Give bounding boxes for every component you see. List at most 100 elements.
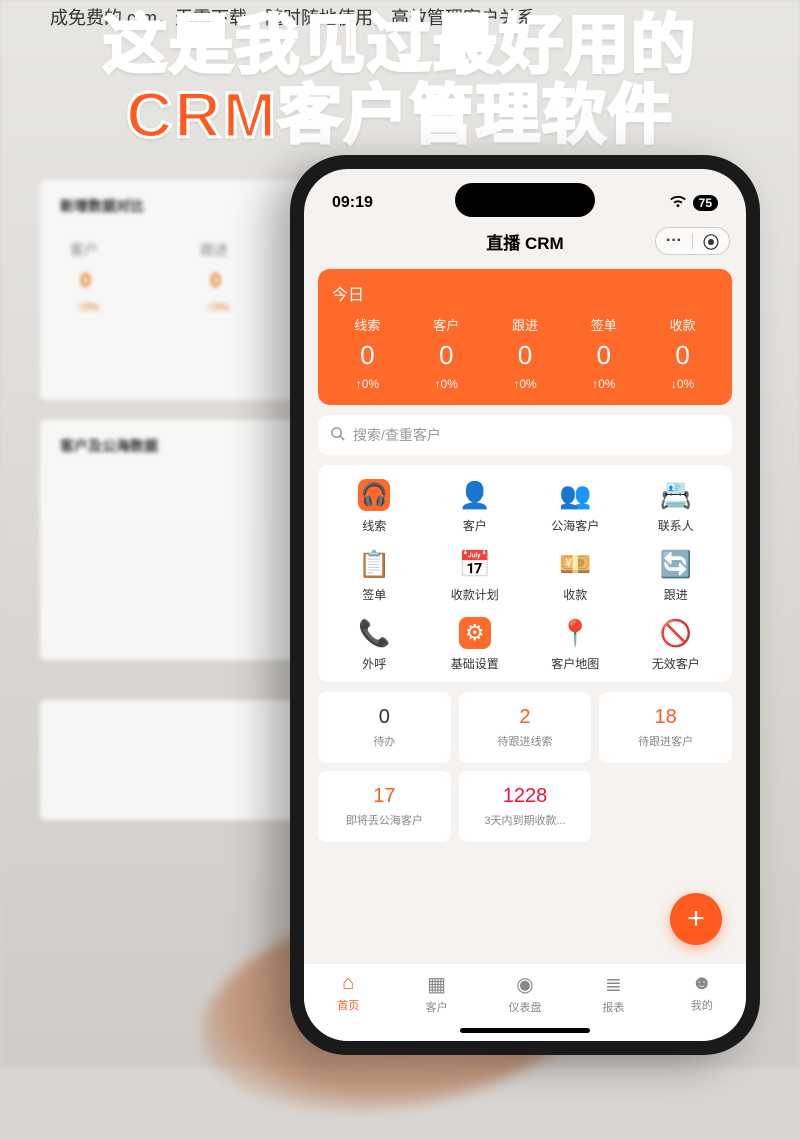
stat-card-1[interactable]: 2 待跟进线索 <box>459 692 592 763</box>
tab-label: 首页 <box>337 1000 359 1012</box>
feature-联系人[interactable]: 📇 联系人 <box>626 479 727 534</box>
feature-label: 跟进 <box>626 586 727 603</box>
stat-number: 18 <box>605 706 726 729</box>
search-input[interactable]: 搜索/查重客户 <box>318 415 732 455</box>
today-col-0[interactable]: 线索 0 ↑0% <box>328 315 407 391</box>
feature-icon: 👤 <box>459 479 491 511</box>
more-icon[interactable]: ··· <box>656 232 692 250</box>
feature-收款计划[interactable]: 📅 收款计划 <box>425 548 526 603</box>
tab-我的[interactable]: ☻ 我的 <box>658 972 746 1041</box>
feature-外呼[interactable]: 📞 外呼 <box>324 617 425 672</box>
tab-icon: ▦ <box>392 972 480 997</box>
stat-label: 待跟进客户 <box>605 733 726 749</box>
stat-number: 2 <box>465 706 586 729</box>
app-header: 直播 CRM ··· ⦿ <box>304 219 746 263</box>
feature-客户地图[interactable]: 📍 客户地图 <box>525 617 626 672</box>
today-col-2[interactable]: 跟进0↑0% <box>486 315 565 391</box>
today-col-3[interactable]: 签单 0 ↑0% <box>564 315 643 391</box>
status-time: 09:19 <box>332 194 373 212</box>
feature-label: 客户 <box>425 517 526 534</box>
today-col-4[interactable]: 收款 0 ↓0% <box>643 315 722 391</box>
stat-card-3[interactable]: 17 即将丢公海客户 <box>318 771 451 842</box>
feature-无效客户[interactable]: 🚫 无效客户 <box>626 617 727 672</box>
wifi-icon <box>669 195 687 212</box>
stat-label: 即将丢公海客户 <box>324 812 445 828</box>
bg-section-2: 客户及公海数据 <box>60 436 158 456</box>
feature-icon: ⚙ <box>459 617 491 649</box>
tab-icon: ≣ <box>569 972 657 997</box>
today-col-delta: ↑0% <box>407 377 486 391</box>
today-col-delta: ↑0% <box>328 377 407 391</box>
today-col-delta: ↑0% <box>564 377 643 391</box>
tab-icon: ◉ <box>481 972 569 997</box>
feature-label: 公海客户 <box>525 517 626 534</box>
dynamic-island <box>455 183 595 217</box>
feature-收款[interactable]: 💴 收款 <box>525 548 626 603</box>
feature-icon: 📍 <box>559 617 591 649</box>
tab-label: 仪表盘 <box>509 1002 542 1014</box>
stat-label: 待跟进线索 <box>465 733 586 749</box>
feature-icon: 📞 <box>358 617 390 649</box>
today-col-label: 跟进 <box>486 315 565 334</box>
feature-基础设置[interactable]: ⚙ 基础设置 <box>425 617 526 672</box>
today-col-value: 0 <box>564 340 643 371</box>
today-title: 今日 <box>328 281 722 305</box>
feature-label: 无效客户 <box>626 655 727 672</box>
stat-card-2[interactable]: 18 待跟进客户 <box>599 692 732 763</box>
miniprogram-capsule[interactable]: ··· ⦿ <box>655 227 730 255</box>
today-col-value: 0 <box>407 340 486 371</box>
feature-label: 签单 <box>324 586 425 603</box>
today-summary-card[interactable]: 今日 线索0↑0%客户0↑0%跟进0↑0%签单0↑0%收款0↓0% <box>318 269 732 405</box>
feature-label: 客户地图 <box>525 655 626 672</box>
feature-跟进[interactable]: 🔄 跟进 <box>626 548 727 603</box>
feature-签单[interactable]: 📋 签单 <box>324 548 425 603</box>
tab-label: 我的 <box>691 1000 713 1012</box>
tab-label: 报表 <box>602 1002 624 1014</box>
tab-icon: ⌂ <box>304 972 392 995</box>
stat-number: 17 <box>324 785 445 808</box>
tab-icon: ☻ <box>658 972 746 995</box>
stat-number: 1228 <box>465 785 586 808</box>
search-icon <box>330 426 345 444</box>
stat-label: 3天内到期收款... <box>465 812 586 828</box>
feature-label: 基础设置 <box>425 655 526 672</box>
feature-icon: 📇 <box>660 479 692 511</box>
bg-section-1: 新增数据对比 <box>60 196 144 216</box>
today-col-label: 客户 <box>407 315 486 334</box>
stat-card-4[interactable]: 1228 3天内到期收款... <box>459 771 592 842</box>
feature-icon: 📋 <box>358 548 390 580</box>
today-col-label: 线索 <box>328 315 407 334</box>
home-indicator[interactable] <box>460 1028 590 1033</box>
close-icon[interactable]: ⦿ <box>693 229 729 253</box>
feature-公海客户[interactable]: 👥 公海客户 <box>525 479 626 534</box>
today-col-value: 0 <box>328 340 407 371</box>
today-col-1[interactable]: 客户 0 ↑0% <box>407 315 486 391</box>
feature-icon: 📅 <box>459 548 491 580</box>
feature-label: 收款计划 <box>425 586 526 603</box>
feature-label: 收款 <box>525 586 626 603</box>
feature-icon: 🔄 <box>660 548 692 580</box>
feature-线索[interactable]: 🎧线索 <box>324 479 425 534</box>
today-col-delta: ↓0% <box>643 377 722 391</box>
feature-icon: 🚫 <box>660 617 692 649</box>
phone-frame: 09:19 75 直播 CRM ··· ⦿ 今日 线索0↑0%客户0↑0%跟进0… <box>290 155 760 1055</box>
today-col-label: 签单 <box>564 315 643 334</box>
today-col-label: 收款 <box>643 315 722 334</box>
app-title: 直播 CRM <box>486 229 563 254</box>
feature-grid: 🎧线索 👤 客户 👥 公海客户 📇 联系人 📋 签单 📅 收款计划 💴 收款 🔄 跟进 📞 外呼 ⚙ 基础设置 📍 客户… <box>318 465 732 682</box>
tab-首页[interactable]: ⌂ 首页 <box>304 972 392 1041</box>
feature-icon: 💴 <box>559 548 591 580</box>
stat-card-0[interactable]: 0 待办 <box>318 692 451 763</box>
tab-label: 客户 <box>426 1002 448 1014</box>
today-col-delta: ↑0% <box>486 377 565 391</box>
feature-客户[interactable]: 👤 客户 <box>425 479 526 534</box>
stat-label: 待办 <box>324 733 445 749</box>
feature-label: 外呼 <box>324 655 425 672</box>
feature-icon: 👥 <box>559 479 591 511</box>
add-fab-button[interactable]: + <box>670 893 722 945</box>
feature-label: 联系人 <box>626 517 727 534</box>
stat-number: 0 <box>324 706 445 729</box>
battery-icon: 75 <box>693 195 718 211</box>
today-col-value: 0 <box>643 340 722 371</box>
search-placeholder: 搜索/查重客户 <box>353 425 441 445</box>
